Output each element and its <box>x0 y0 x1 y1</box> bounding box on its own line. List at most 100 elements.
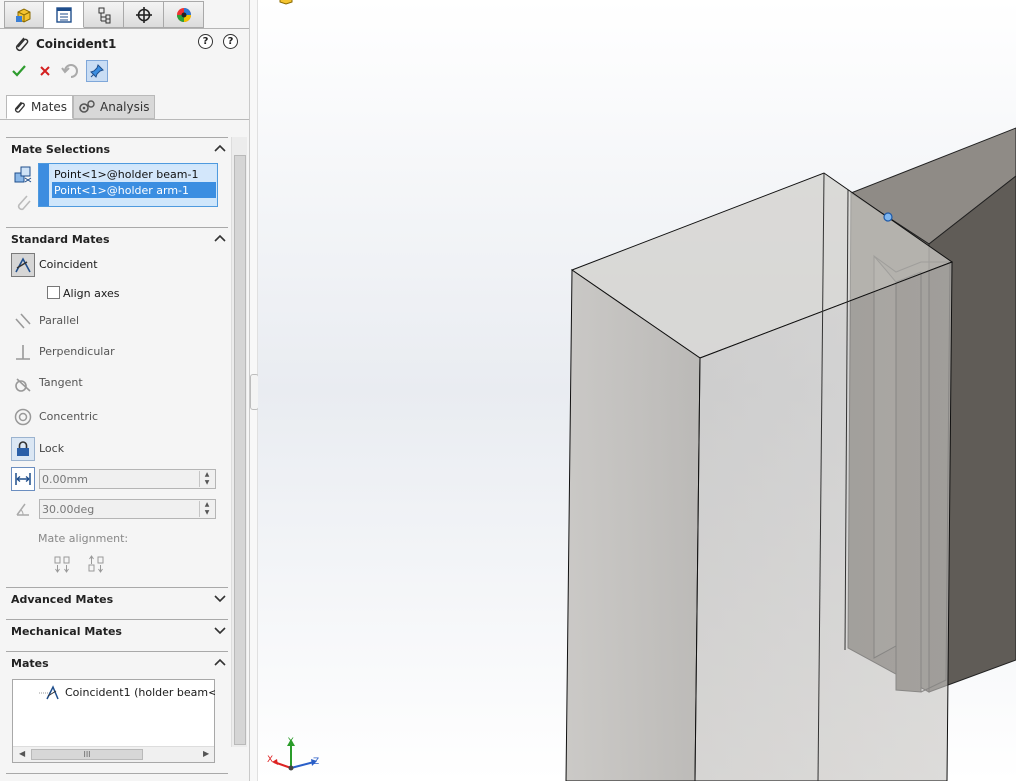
help-icon[interactable]: ? <box>223 34 238 49</box>
lock-mate-button[interactable]: Lock <box>11 437 221 461</box>
tab-mates[interactable]: Mates <box>6 95 73 119</box>
display-manager-tab[interactable] <box>164 1 204 28</box>
parallel-icon <box>11 309 35 333</box>
property-manager-header: Coincident1 ? ? <box>10 34 245 54</box>
distance-input[interactable]: 0.00mm ▲ ▼ <box>39 469 216 489</box>
chevron-up-icon[interactable] <box>214 657 226 667</box>
concentric-mate-button[interactable]: Concentric <box>11 405 221 429</box>
keep-visible-pushpin-button[interactable] <box>86 60 108 82</box>
list-item[interactable]: Point<1>@holder beam-1 <box>52 166 216 182</box>
holder-beam-part[interactable] <box>565 172 954 782</box>
mate-pin-icon <box>17 195 31 211</box>
spin-up-icon[interactable]: ▲ <box>200 471 214 479</box>
advanced-mates-header[interactable]: Advanced Mates <box>6 587 228 607</box>
list-item[interactable]: Coincident1 (holder beam<1> <box>25 684 215 702</box>
tab-analysis-label: Analysis <box>100 100 150 114</box>
distance-spinner[interactable]: ▲ ▼ <box>199 471 214 487</box>
paperclip-icon <box>15 37 29 52</box>
angle-icon <box>11 497 35 521</box>
chevron-up-icon[interactable] <box>214 143 226 153</box>
divider <box>6 773 228 774</box>
mates-header[interactable]: Mates <box>6 651 228 671</box>
group-title: Standard Mates <box>11 233 110 246</box>
group-title: Advanced Mates <box>11 593 114 606</box>
selection-color-bar <box>39 164 49 206</box>
undo-icon <box>61 64 78 78</box>
mate-selections-list[interactable]: Point<1>@holder beam-1 Point<1>@holder a… <box>38 163 218 207</box>
divider <box>0 28 249 29</box>
scroll-thumb[interactable] <box>234 155 246 745</box>
manager-tabs <box>4 1 204 29</box>
coincident-label: Coincident <box>39 258 98 271</box>
tangent-label: Tangent <box>39 376 83 389</box>
angle-value: 30.00deg <box>42 503 95 516</box>
feature-manager-tab[interactable] <box>4 1 44 28</box>
horizontal-scrollbar[interactable]: ◀ III ▶ <box>13 746 214 762</box>
tab-analysis[interactable]: Analysis <box>73 95 155 119</box>
scroll-grip: III <box>83 750 91 759</box>
graphics-area[interactable]: Y Z X <box>258 0 1016 782</box>
standard-mates-header[interactable]: Standard Mates <box>6 227 228 247</box>
concentric-label: Concentric <box>39 410 99 423</box>
property-manager-tab[interactable] <box>44 1 84 28</box>
group-title: Mate Selections <box>11 143 111 156</box>
distance-mate-button[interactable] <box>11 467 41 491</box>
coincident-mate-button[interactable]: Coincident <box>11 253 221 277</box>
mate-selections-header[interactable]: Mate Selections <box>6 137 228 157</box>
align-axes-checkbox[interactable] <box>47 286 60 299</box>
distance-icon <box>11 467 35 491</box>
scroll-thumb[interactable]: III <box>31 749 143 760</box>
triad-z-label: Z <box>313 757 319 767</box>
configuration-manager-tab[interactable] <box>84 1 124 28</box>
vertical-scrollbar[interactable] <box>231 137 247 747</box>
chevron-up-icon[interactable] <box>214 233 226 243</box>
list-item[interactable]: Point<1>@holder arm-1 <box>52 182 216 198</box>
triad-x-label: X <box>267 755 273 765</box>
angle-mate-button[interactable] <box>11 497 41 521</box>
model-view[interactable]: Y Z X <box>258 0 1016 782</box>
chevron-down-icon[interactable] <box>214 625 226 635</box>
triad-y-label: Y <box>287 737 294 747</box>
coincident-icon <box>39 685 59 700</box>
scroll-left-icon[interactable]: ◀ <box>19 749 25 758</box>
tangent-mate-button[interactable]: Tangent <box>11 371 221 395</box>
aligned-icon[interactable] <box>52 554 72 574</box>
mate-alignment-label: Mate alignment: <box>38 532 129 545</box>
property-manager-icon <box>55 6 72 23</box>
concentric-icon <box>11 405 35 429</box>
group-title: Mates <box>11 657 49 670</box>
distance-value: 0.00mm <box>42 473 88 486</box>
perpendicular-icon <box>11 340 35 364</box>
dimxpert-manager-tab[interactable] <box>124 1 164 28</box>
entities-to-mate-icon <box>14 166 32 183</box>
angle-spinner[interactable]: ▲ ▼ <box>199 501 214 517</box>
coincident-icon <box>11 253 35 277</box>
spin-up-icon[interactable]: ▲ <box>200 501 214 509</box>
selected-point-marker[interactable] <box>883 212 893 222</box>
ok-button[interactable] <box>8 60 30 82</box>
perpendicular-label: Perpendicular <box>39 345 115 358</box>
scroll-right-icon[interactable]: ▶ <box>203 749 209 758</box>
perpendicular-mate-button[interactable]: Perpendicular <box>11 340 221 364</box>
mates-list[interactable]: Coincident1 (holder beam<1> ◀ III ▶ <box>12 679 215 763</box>
align-axes-label: Align axes <box>63 287 120 300</box>
parallel-mate-button[interactable]: Parallel <box>11 309 221 333</box>
group-title: Mechanical Mates <box>11 625 122 638</box>
undo-button[interactable] <box>60 60 82 82</box>
anti-aligned-icon[interactable] <box>86 554 106 574</box>
lock-label: Lock <box>39 442 65 455</box>
feature-manager-icon <box>16 7 31 23</box>
tab-mates-label: Mates <box>31 100 68 114</box>
gears-icon <box>79 100 95 113</box>
display-manager-icon <box>176 7 191 22</box>
mate-item-label: Coincident1 (holder beam<1> <box>65 686 215 699</box>
whats-wrong-help-icon[interactable]: ? <box>198 34 213 49</box>
page-title: Coincident1 <box>36 37 117 51</box>
cancel-button[interactable] <box>34 60 56 82</box>
parallel-label: Parallel <box>39 314 80 327</box>
spin-down-icon[interactable]: ▼ <box>200 479 214 487</box>
angle-input[interactable]: 30.00deg ▲ ▼ <box>39 499 216 519</box>
mechanical-mates-header[interactable]: Mechanical Mates <box>6 619 228 639</box>
chevron-down-icon[interactable] <box>214 593 226 603</box>
spin-down-icon[interactable]: ▼ <box>200 509 214 517</box>
